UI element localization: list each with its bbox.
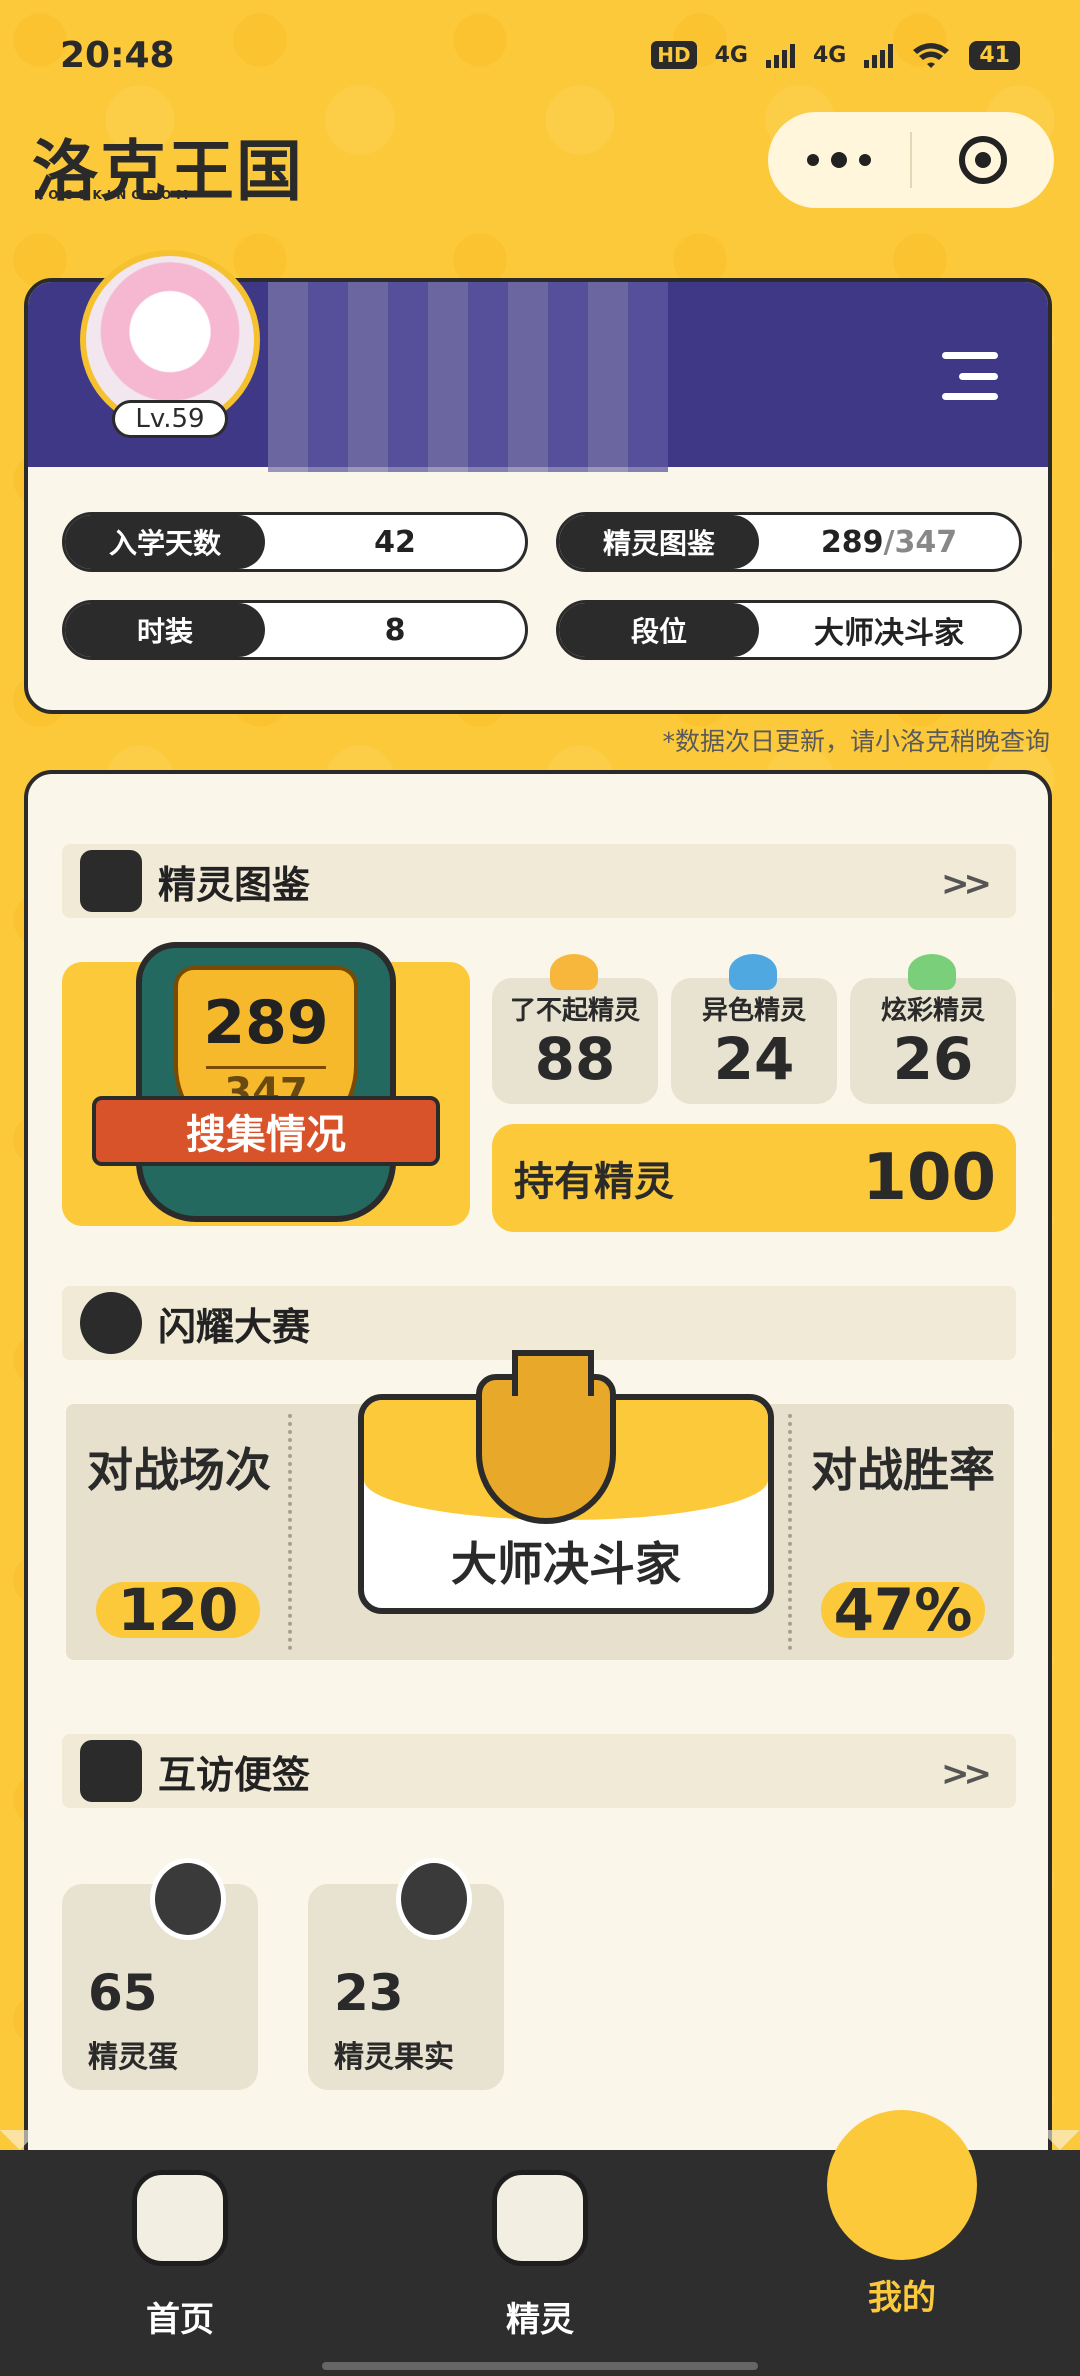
visit-label: 精灵蛋 xyxy=(88,2040,178,2075)
stat-pokedex: 精灵图鉴 289/347 xyxy=(556,512,1022,572)
miniprogram-capsule xyxy=(768,112,1054,208)
stat-label: 入学天数 xyxy=(65,515,265,569)
tab-sprites[interactable]: 精灵 xyxy=(440,2170,640,2341)
visit-label: 精灵果实 xyxy=(334,2040,454,2075)
tab-label: 我的 xyxy=(868,2278,936,2318)
network-label-2: 4G xyxy=(813,42,847,68)
double-chevron-right-icon[interactable]: >> xyxy=(941,1754,992,1794)
card-dazzling-sprites[interactable]: 炫彩精灵 26 xyxy=(850,954,1016,1104)
collection-ribbon: 搜集情况 xyxy=(92,1096,440,1166)
stat-value: 289/347 xyxy=(759,525,1019,560)
tab-label: 首页 xyxy=(146,2300,214,2340)
matches-label: 对战场次 xyxy=(87,1443,271,1497)
tab-home[interactable]: 首页 xyxy=(80,2170,280,2341)
visit-eggs: 65 精灵蛋 xyxy=(62,1858,258,2090)
more-button[interactable] xyxy=(768,152,910,168)
book-icon xyxy=(80,850,142,912)
stat-value-total: /347 xyxy=(883,524,958,560)
compass-star-icon xyxy=(80,1292,142,1354)
acorn-icon xyxy=(396,1858,472,1940)
menu-icon[interactable] xyxy=(942,352,998,400)
card-label: 炫彩精灵 xyxy=(880,996,985,1026)
more-dot-icon xyxy=(831,152,847,168)
more-dot-icon xyxy=(807,154,819,166)
network-label-1: 4G xyxy=(714,42,748,68)
visit-value: 23 xyxy=(334,1964,404,2022)
more-dot-icon xyxy=(859,154,871,166)
cup-divider xyxy=(206,1066,326,1069)
update-note: *数据次日更新，请小洛克稍晚查询 xyxy=(662,727,1050,756)
card-shiny-sprites[interactable]: 异色精灵 24 xyxy=(671,954,837,1104)
backpack-icon xyxy=(492,2170,588,2266)
moon-icon xyxy=(729,954,777,990)
profile-character-icon xyxy=(827,2110,977,2260)
close-button[interactable] xyxy=(912,136,1054,184)
section-pokedex-header[interactable]: 精灵图鉴 >> xyxy=(62,844,1016,918)
tab-mine[interactable]: 我的 xyxy=(802,2110,1002,2319)
blurred-username xyxy=(268,282,668,472)
stat-label: 精灵图鉴 xyxy=(559,515,759,569)
owned-value: 100 xyxy=(862,1141,996,1215)
hd-icon: HD xyxy=(651,41,697,69)
home-indicator[interactable] xyxy=(322,2362,758,2370)
stat-label: 段位 xyxy=(559,603,759,657)
matches-value: 120 xyxy=(96,1581,260,1639)
card-label: 异色精灵 xyxy=(701,996,806,1026)
star-icon xyxy=(550,954,598,990)
stat-value: 42 xyxy=(374,524,416,560)
card-value: 88 xyxy=(534,1025,616,1093)
winrate-value: 47% xyxy=(821,1581,985,1639)
stat-label: 时装 xyxy=(65,603,265,657)
section-battle-header: 闪耀大赛 xyxy=(62,1286,1016,1360)
stat-rank: 段位 大师决斗家 xyxy=(556,600,1022,660)
sparkle-stars-icon xyxy=(908,954,956,990)
double-chevron-right-icon[interactable]: >> xyxy=(941,864,992,904)
stat-outfits: 时装 8 xyxy=(62,600,528,660)
house-icon xyxy=(132,2170,228,2266)
app-logo-subtitle: ROCOKINGDOM xyxy=(34,188,194,202)
wifi-icon xyxy=(913,43,950,68)
section-title: 闪耀大赛 xyxy=(158,1304,311,1349)
stat-school-days: 入学天数 42 xyxy=(62,512,528,572)
lion-crest-icon xyxy=(476,1350,616,1524)
winrate-label: 对战胜率 xyxy=(811,1443,995,1497)
battery-icon: 41 xyxy=(969,40,1020,70)
bottom-nav: 首页 精灵 我的 xyxy=(0,2110,1080,2376)
trophy-icon: 289 347 搜集情况 xyxy=(92,942,440,1222)
note-star-icon xyxy=(80,1740,142,1802)
section-visits-header[interactable]: 互访便签 >> xyxy=(62,1734,1016,1808)
owned-label: 持有精灵 xyxy=(514,1159,674,1205)
card-amazing-sprites[interactable]: 了不起精灵 88 xyxy=(492,954,658,1104)
collection-summary[interactable]: 289 347 搜集情况 xyxy=(62,942,470,1226)
dotted-divider xyxy=(288,1414,292,1650)
visit-fruits: 23 精灵果实 xyxy=(308,1858,504,2090)
signal-icon-1 xyxy=(766,42,795,68)
section-title: 精灵图鉴 xyxy=(158,862,311,907)
signal-icon-2 xyxy=(864,42,894,68)
rank-name: 大师决斗家 xyxy=(451,1537,681,1591)
target-icon xyxy=(959,136,1007,184)
card-value: 24 xyxy=(713,1025,795,1093)
stat-value-main: 289 xyxy=(820,524,884,560)
main-panel: 精灵图鉴 >> 289 347 搜集情况 了不起精灵 88 异色精灵 24 炫彩… xyxy=(24,770,1052,2190)
visit-value: 65 xyxy=(88,1964,158,2022)
section-title: 互访便签 xyxy=(158,1752,311,1797)
dotted-divider xyxy=(788,1414,792,1650)
status-icons: HD 4G 4G 41 xyxy=(651,40,1020,70)
collected-count: 289 xyxy=(203,988,329,1058)
stat-value: 8 xyxy=(384,612,406,648)
status-time: 20:48 xyxy=(60,34,175,76)
card-value: 26 xyxy=(892,1025,974,1093)
level-badge: Lv.59 xyxy=(112,400,228,438)
stat-value: 大师决斗家 xyxy=(814,616,964,651)
owned-sprites[interactable]: 持有精灵 100 xyxy=(492,1124,1016,1232)
egg-icon xyxy=(150,1858,226,1940)
card-label: 了不起精灵 xyxy=(509,996,640,1026)
tab-label: 精灵 xyxy=(506,2300,574,2340)
status-bar: 20:48 HD 4G 4G 41 xyxy=(0,0,1080,110)
